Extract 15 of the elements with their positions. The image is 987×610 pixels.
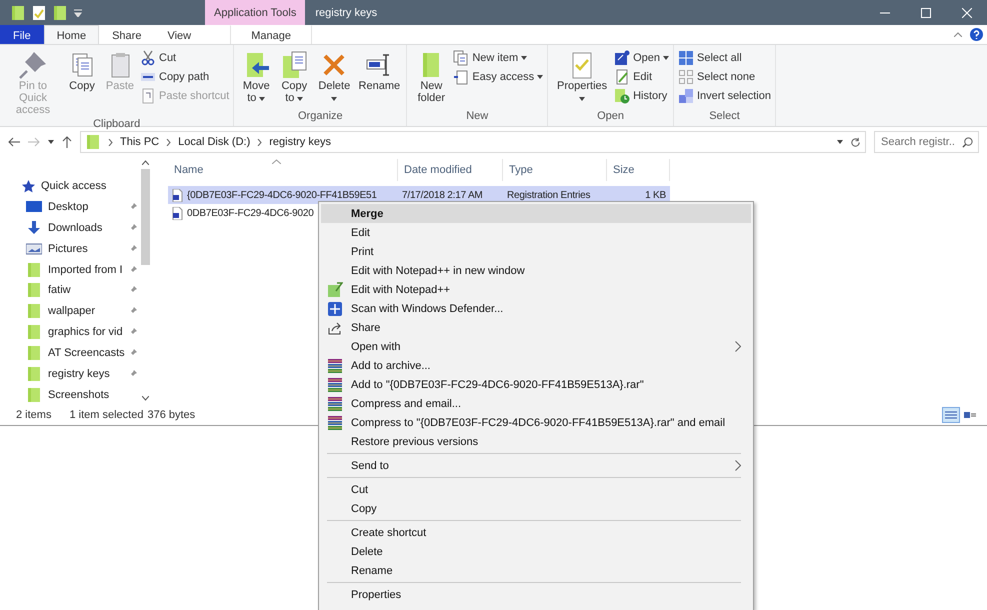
file-cell: Registration Entries	[507, 190, 590, 200]
selection-count: 1 item selected	[69, 409, 144, 421]
file-cell: {0DB7E03F-FC29-4DC6-9020-FF41B59E51	[187, 190, 377, 200]
file-cell: 7/17/2018 2:17 AM	[402, 190, 483, 200]
item-count: 2 items	[16, 409, 52, 421]
selection-size: 376 bytes	[147, 409, 196, 421]
context-tab-label: Application Tools	[205, 0, 306, 25]
file-cell: 0DB7E03F-FC29-4DC6-9020	[187, 208, 314, 218]
file-cell: 1 KB	[645, 190, 666, 200]
group-label: Clipboard	[92, 118, 142, 132]
group-label: Open	[596, 110, 625, 124]
group-label: Select	[708, 110, 741, 124]
window-title: registry keys	[314, 6, 378, 21]
group-label: New	[465, 110, 490, 124]
group-label: Organize	[297, 110, 344, 124]
